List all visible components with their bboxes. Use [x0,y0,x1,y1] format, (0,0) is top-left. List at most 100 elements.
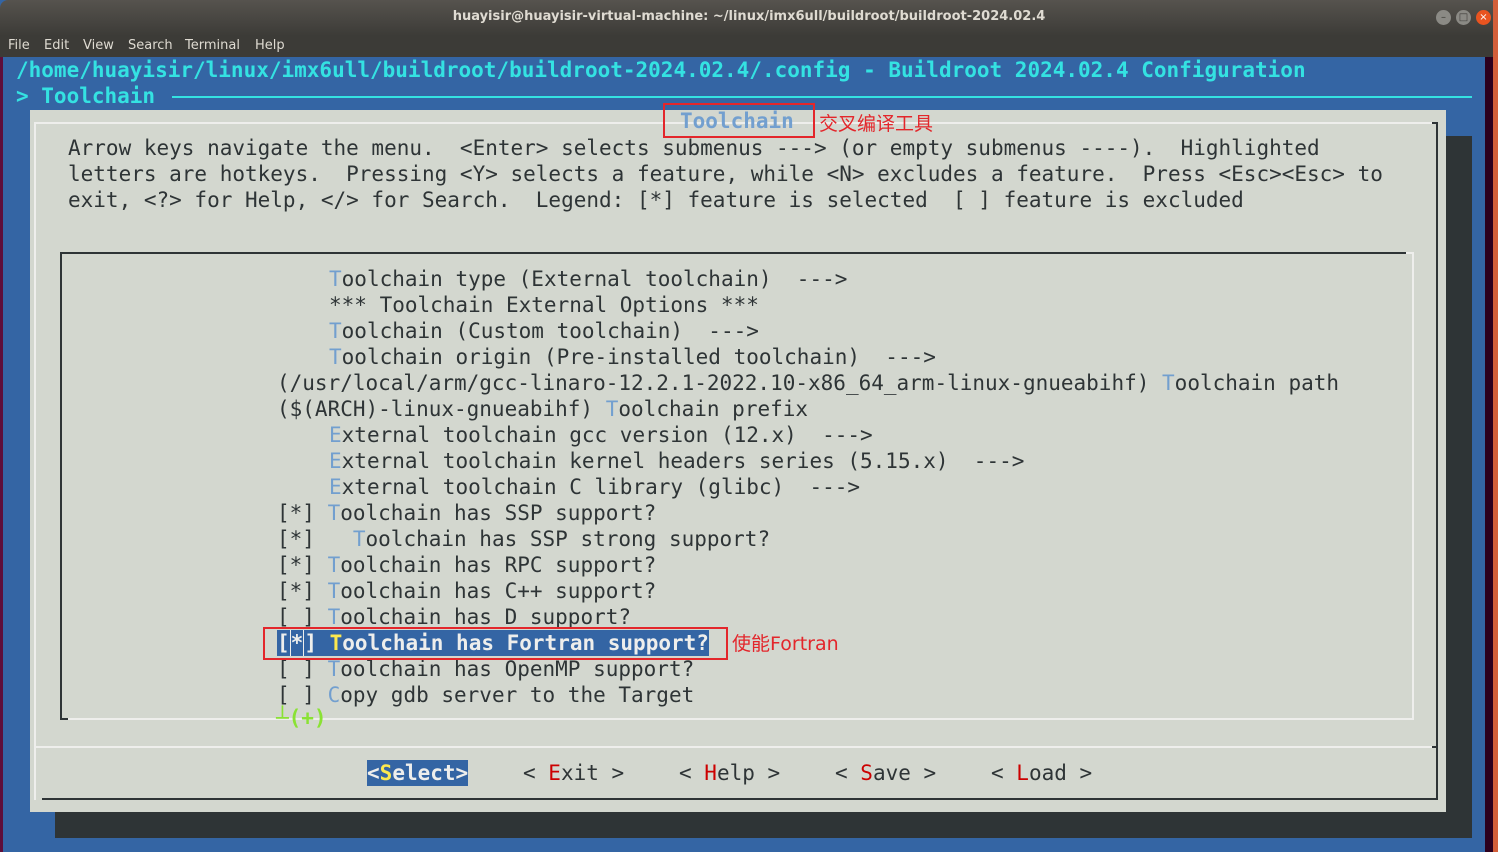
item-label: oolchain has SSP support? [340,501,657,525]
menu-item[interactable]: Toolchain type (External toolchain) ---> [329,266,847,292]
hotkey-letter: T [329,267,342,291]
annotation-title-note: 交叉编译工具 [819,113,934,135]
hotkey-letter: T [329,319,342,343]
checkbox[interactable]: [ ] [277,605,328,629]
menu-help[interactable]: Help [255,38,285,53]
menu-item[interactable]: [*] Toolchain has C++ support? [277,578,656,604]
menu-search[interactable]: Search [128,38,173,53]
item-label: oolchain has SSP strong support? [365,527,771,551]
hotkey-letter: T [329,345,342,369]
menu-item[interactable]: External toolchain C library (glibc) ---… [329,474,860,500]
dialog-border-left [34,122,36,800]
item-label: oolchain has C++ support? [340,579,657,603]
button-bracket: > [598,761,625,785]
select-button[interactable]: <Select> [367,760,469,786]
item-label: oolchain (Custom toolchain) ---> [341,319,759,343]
button-label: xit [560,761,599,785]
menu-box-border-top [60,252,1408,254]
menu-view[interactable]: View [83,38,114,53]
hotkey-letter: E [329,423,342,447]
menu-box-border-bottom [62,718,1414,720]
item-label: oolchain path [1174,371,1340,395]
menu-terminal[interactable]: Terminal [185,38,240,53]
button-bracket: < [523,761,549,785]
dialog-border-corner [1432,122,1438,124]
hotkey-letter: H [704,761,717,785]
menu-item[interactable]: External toolchain gcc version (12.x) --… [329,422,873,448]
annotation-fortran-note: 使能Fortran [732,633,839,655]
hotkey-letter: L [1016,761,1029,785]
button-bracket: < [679,761,705,785]
checkbox[interactable]: [*] [277,553,328,577]
menu-item[interactable]: Toolchain origin (Pre-installed toolchai… [329,344,936,370]
window-title: huayisir@huayisir-virtual-machine: ~/lin… [452,9,1046,24]
menu-box-corner [1406,252,1414,254]
hotkey-letter: E [548,761,561,785]
button-bracket: > [1066,761,1093,785]
checkbox[interactable]: [ ] [277,683,328,707]
item-label: xternal toolchain C library (glibc) ---> [341,475,861,499]
hotkey-letter: T [1162,371,1175,395]
menu-file[interactable]: File [8,38,30,53]
item-value: ($(ARCH)-linux-gnueabihf) [277,397,606,421]
checkbox[interactable]: [*] [277,501,328,525]
help-line-1: Arrow keys navigate the menu. <Enter> se… [68,136,1320,160]
breadcrumb: > Toolchain [16,84,156,108]
menu-box-border-right [1412,252,1414,720]
hotkey-letter: E [329,449,342,473]
breadcrumb-line [172,96,1472,98]
menu-item[interactable]: External toolchain kernel headers series… [329,448,1024,474]
item-label: oolchain has D support? [340,605,632,629]
help-line-3: exit, <?> for Help, </> for Search. Lege… [68,188,1244,212]
menu-item[interactable]: [*] Toolchain has SSP strong support? [277,526,770,552]
hotkey-letter: T [352,527,366,551]
button-bracket: < [835,761,861,785]
maximize-button[interactable]: □ [1456,10,1471,25]
checkbox[interactable]: [*] [277,579,328,603]
dialog-border-right [1436,122,1438,800]
item-label: oolchain has OpenMP support? [340,657,695,681]
item-value: (/usr/local/arm/gcc-linaro-12.2.1-2022.1… [277,371,1163,395]
menu-item[interactable]: (/usr/local/arm/gcc-linaro-12.2.1-2022.1… [277,370,1339,396]
hotkey-letter: T [327,657,341,681]
menubar: File Edit View Search Terminal Help [0,36,1498,57]
hotkey-letter: S [379,761,393,785]
button-separator [36,746,1436,748]
menu-item[interactable]: *** Toolchain External Options *** [329,292,759,318]
menu-item[interactable]: ($(ARCH)-linux-gnueabihf) Toolchain pref… [277,396,808,422]
button-label: elp [716,761,755,785]
item-label: *** Toolchain External Options *** [329,293,759,317]
hotkey-letter: E [329,475,342,499]
menu-item[interactable]: [*] Toolchain has SSP support? [277,500,656,526]
button-bracket: < [367,761,380,785]
menu-item[interactable]: [*] Toolchain has RPC support? [277,552,656,578]
help-button[interactable]: < Help > [679,760,780,786]
hotkey-letter: T [605,397,619,421]
more-items-indicator: ┴(+) [276,706,327,730]
item-label: oolchain prefix [618,397,809,421]
minimize-button[interactable]: – [1436,10,1451,25]
button-label: oad [1028,761,1067,785]
checkbox[interactable]: [ ] [277,657,328,681]
save-button[interactable]: < Save > [835,760,936,786]
menu-item[interactable]: Toolchain (Custom toolchain) ---> [329,318,759,344]
load-button[interactable]: < Load > [991,760,1092,786]
item-label: oolchain has RPC support? [340,553,657,577]
button-bracket: > [455,761,469,785]
menu-item[interactable]: [ ] Copy gdb server to the Target [277,682,694,708]
desktop-edge [1493,0,1498,852]
exit-button[interactable]: < Exit > [523,760,624,786]
item-label: xternal toolchain gcc version (12.x) ---… [341,423,873,447]
item-label: opy gdb server to the Target [340,683,695,707]
close-button[interactable]: × [1476,10,1491,25]
hotkey-letter: T [327,579,341,603]
menu-edit[interactable]: Edit [44,38,69,53]
hotkey-letter: C [327,683,341,707]
hotkey-letter: S [860,761,873,785]
checkbox[interactable]: [*] [277,527,353,551]
menu-box-border-left [60,252,62,720]
config-path-header: /home/huayisir/linux/imx6ull/buildroot/b… [16,58,1306,82]
hotkey-letter: T [327,553,341,577]
menu-box-corner-bl [60,718,68,720]
help-line-2: letters are hotkeys. Pressing <Y> select… [68,162,1383,186]
